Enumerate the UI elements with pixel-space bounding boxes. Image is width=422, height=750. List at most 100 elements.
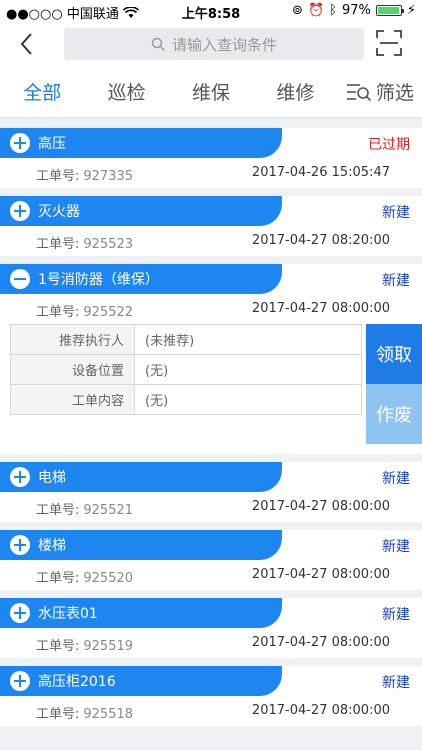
status-badge: 新建 (382, 471, 410, 487)
order-title: 高压 (38, 136, 66, 152)
claim-button[interactable]: 领取 (366, 324, 422, 384)
scan-icon[interactable] (374, 28, 404, 58)
filter-button[interactable]: 筛选 (338, 78, 422, 105)
order-number-row: 工单号: 925521 (36, 499, 133, 518)
status-badge: 新建 (382, 539, 410, 555)
work-order-card[interactable]: 水压表01 新建 工单号: 925519 2017-04-27 08:00:00 (0, 598, 422, 658)
order-number-label: 工单号: (36, 169, 80, 184)
search-icon (151, 37, 166, 51)
card-header: 高压柜2016 新建 (0, 666, 422, 696)
card-header: 1号消防器（维保） 新建 (0, 264, 422, 294)
work-order-list: 高压 已过期 工单号: 927335 2017-04-26 15:05:47 灭火… (0, 128, 422, 734)
order-number: 925522 (83, 305, 134, 320)
order-title: 水压表01 (38, 606, 98, 622)
title-banner: 高压 (0, 128, 282, 158)
work-order-card[interactable]: 灭火器 新建 工单号: 925523 2017-04-27 08:20:00 (0, 196, 422, 256)
title-banner: 水压表01 (0, 598, 282, 628)
detail-value: (无) (134, 354, 362, 385)
card-body: 工单号: 925522 2017-04-27 08:00:00 (0, 294, 422, 324)
battery-fill (377, 7, 400, 14)
battery-percent: 97% (341, 3, 371, 18)
work-order-card[interactable]: 高压 已过期 工单号: 927335 2017-04-26 15:05:47 (0, 128, 422, 188)
tab-inspection[interactable]: 巡检 (84, 78, 168, 105)
card-body: 工单号: 925521 2017-04-27 08:00:00 (0, 492, 422, 522)
card-body: 工单号: 925519 2017-04-27 08:00:00 (0, 628, 422, 658)
expand-plus-icon[interactable] (10, 201, 30, 221)
order-title: 电梯 (38, 470, 66, 486)
card-header: 灭火器 新建 (0, 196, 422, 226)
order-number: 925519 (83, 639, 134, 654)
title-banner: 电梯 (0, 462, 282, 492)
order-time: 2017-04-27 08:20:00 (251, 233, 390, 248)
order-number-label: 工单号: (36, 707, 80, 722)
order-number-label: 工单号: (36, 305, 80, 320)
card-body: 工单号: 925518 2017-04-27 08:00:00 (0, 696, 422, 726)
detail-row-content: 工单内容 (无) (10, 384, 362, 415)
work-order-card[interactable]: 电梯 新建 工单号: 925521 2017-04-27 08:00:00 (0, 462, 422, 522)
status-badge: 新建 (382, 607, 410, 623)
order-number: 927335 (83, 169, 134, 184)
tab-maintenance[interactable]: 维保 (169, 78, 253, 105)
order-detail-panel: 推荐执行人 (未推荐) 设备位置 (无) 工单内容 (无) 领取 作废 (0, 324, 422, 454)
collapse-minus-icon[interactable] (10, 269, 30, 289)
card-header: 楼梯 新建 (0, 530, 422, 560)
rotation-lock-icon: ⊚ (292, 3, 303, 18)
battery-icon (375, 5, 404, 16)
void-button[interactable]: 作废 (366, 384, 422, 444)
order-time: 2017-04-27 08:00:00 (251, 499, 390, 514)
order-number: 925518 (83, 707, 134, 722)
order-title: 高压柜2016 (38, 674, 116, 690)
status-badge: 新建 (382, 273, 410, 289)
status-badge: 已过期 (368, 137, 410, 153)
order-number-label: 工单号: (36, 503, 80, 518)
title-banner: 高压柜2016 (0, 666, 282, 696)
order-number-row: 工单号: 925522 (36, 301, 133, 320)
card-header: 电梯 新建 (0, 462, 422, 492)
detail-table: 推荐执行人 (未推荐) 设备位置 (无) 工单内容 (无) (10, 324, 362, 415)
detail-value: (未推荐) (134, 324, 362, 355)
work-order-card-expanded[interactable]: 1号消防器（维保） 新建 工单号: 925522 2017-04-27 08:00… (0, 264, 422, 454)
order-number: 925520 (83, 571, 134, 586)
charging-icon: ⚡ (406, 3, 416, 18)
card-body: 工单号: 925523 2017-04-27 08:20:00 (0, 226, 422, 256)
expand-plus-icon[interactable] (10, 671, 30, 691)
alarm-icon: ⏰ (307, 3, 325, 18)
work-order-card[interactable]: 楼梯 新建 工单号: 925520 2017-04-27 08:00:00 (0, 530, 422, 590)
order-time: 2017-04-27 08:00:00 (251, 635, 390, 650)
order-title: 1号消防器（维保） (38, 272, 159, 288)
order-time: 2017-04-26 15:05:47 (251, 165, 390, 180)
header: 请输入查询条件 (0, 22, 422, 66)
status-badge: 新建 (382, 675, 410, 691)
order-number-row: 工单号: 925523 (36, 233, 133, 252)
order-number-label: 工单号: (36, 237, 80, 252)
order-number-label: 工单号: (36, 639, 80, 654)
title-banner: 1号消防器（维保） (0, 264, 282, 294)
detail-row-executor: 推荐执行人 (未推荐) (10, 324, 362, 355)
card-body: 工单号: 925520 2017-04-27 08:00:00 (0, 560, 422, 590)
expand-plus-icon[interactable] (10, 535, 30, 555)
search-input[interactable]: 请输入查询条件 (64, 28, 364, 60)
expand-plus-icon[interactable] (10, 133, 30, 153)
status-bar: ●●○○○ 中国联通 上午8:58 ⊚ ⏰ ᛒ 97% ⚡ (0, 0, 422, 22)
tab-all[interactable]: 全部 (0, 78, 84, 105)
order-number: 925521 (83, 503, 134, 518)
title-banner: 灭火器 (0, 196, 282, 226)
status-badge: 新建 (382, 205, 410, 221)
expand-plus-icon[interactable] (10, 603, 30, 623)
tab-repair[interactable]: 维修 (253, 78, 337, 105)
order-number-row: 工单号: 927335 (36, 165, 133, 184)
order-title: 灭火器 (38, 204, 80, 220)
order-time: 2017-04-27 08:00:00 (251, 567, 390, 582)
back-arrow-icon[interactable] (14, 30, 42, 58)
expand-plus-icon[interactable] (10, 467, 30, 487)
work-order-card[interactable]: 高压柜2016 新建 工单号: 925518 2017-04-27 08:00:0… (0, 666, 422, 726)
order-title: 楼梯 (38, 538, 66, 554)
status-icons: ⊚ ⏰ ᛒ 97% ⚡ (292, 3, 416, 18)
order-number-row: 工单号: 925520 (36, 567, 133, 586)
search-placeholder: 请输入查询条件 (171, 35, 277, 54)
order-time: 2017-04-27 08:00:00 (251, 301, 390, 316)
detail-key: 推荐执行人 (10, 324, 135, 355)
order-number-label: 工单号: (36, 571, 80, 586)
order-number-row: 工单号: 925518 (36, 703, 133, 722)
category-tabs: 全部 巡检 维保 维修 筛选 (0, 66, 422, 118)
